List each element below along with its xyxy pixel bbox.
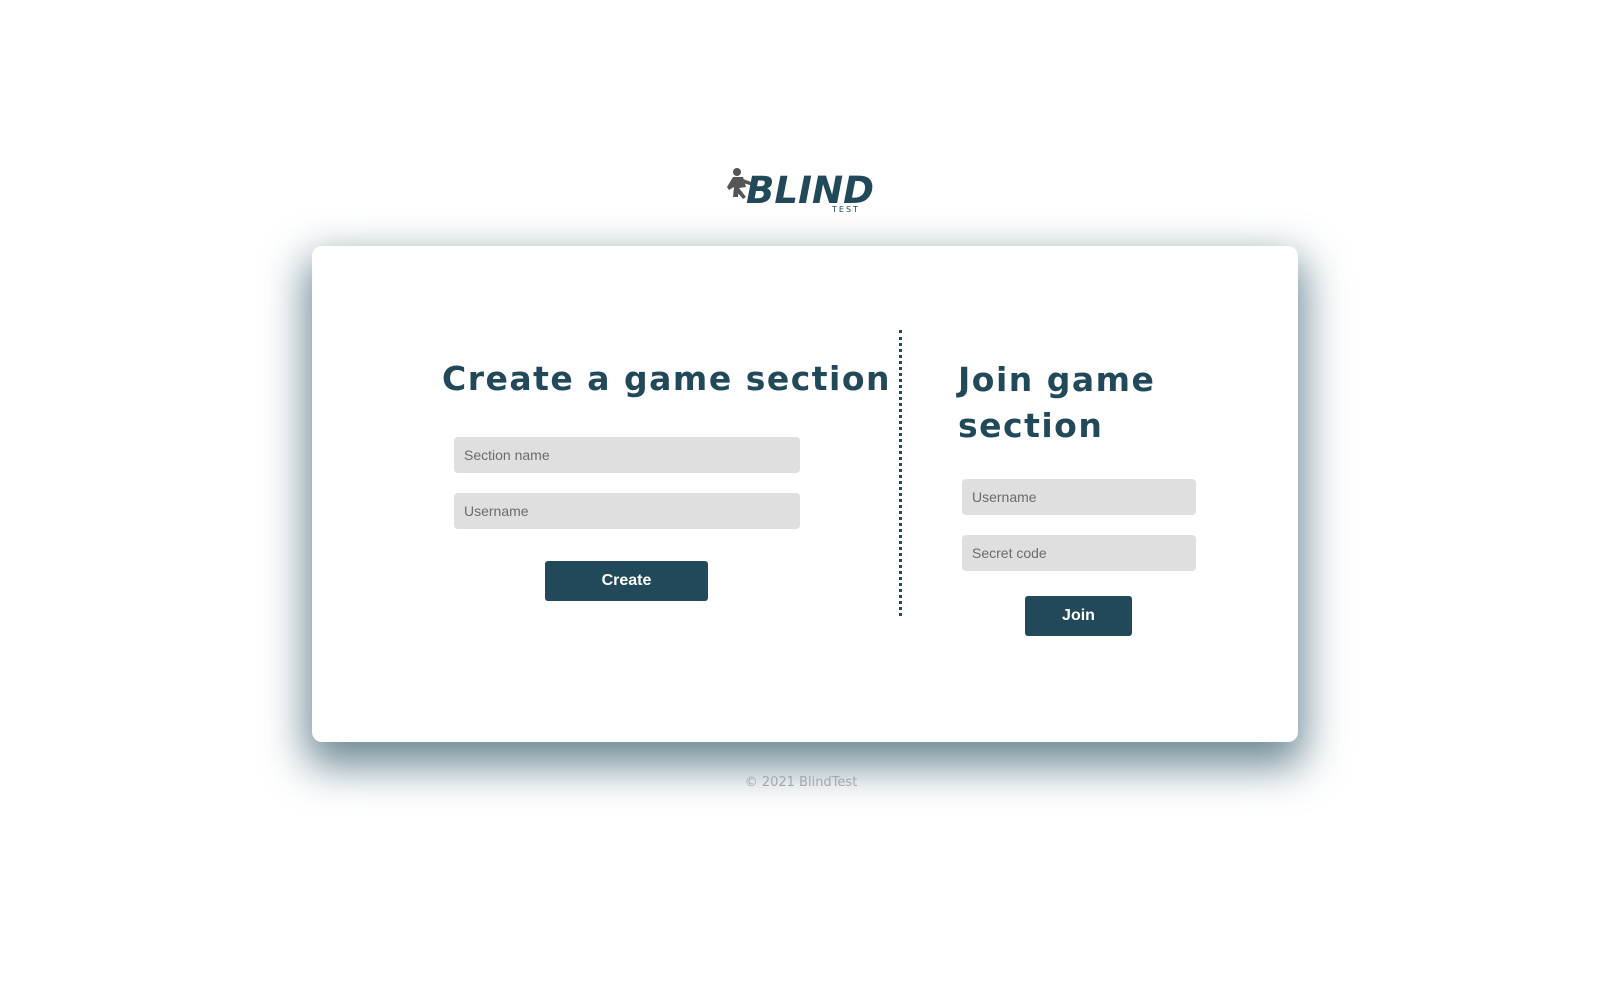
create-username-input[interactable] xyxy=(454,493,800,529)
create-section-title: Create a game section xyxy=(442,359,892,398)
section-name-input[interactable] xyxy=(454,437,800,473)
page: BLIND TEST Create a game section Create … xyxy=(0,0,1602,993)
join-section-title: Join game section xyxy=(958,360,1156,445)
join-username-input[interactable] xyxy=(962,479,1196,515)
blindtest-logo: BLIND TEST xyxy=(724,166,884,218)
create-button[interactable]: Create xyxy=(545,561,708,601)
join-button[interactable]: Join xyxy=(1025,596,1132,636)
section-divider xyxy=(899,330,902,616)
logo-subtext: TEST xyxy=(831,205,860,214)
game-card: Create a game section Create Join game s… xyxy=(312,246,1298,742)
secret-code-input[interactable] xyxy=(962,535,1196,571)
footer-copyright: © 2021 BlindTest xyxy=(744,775,858,790)
